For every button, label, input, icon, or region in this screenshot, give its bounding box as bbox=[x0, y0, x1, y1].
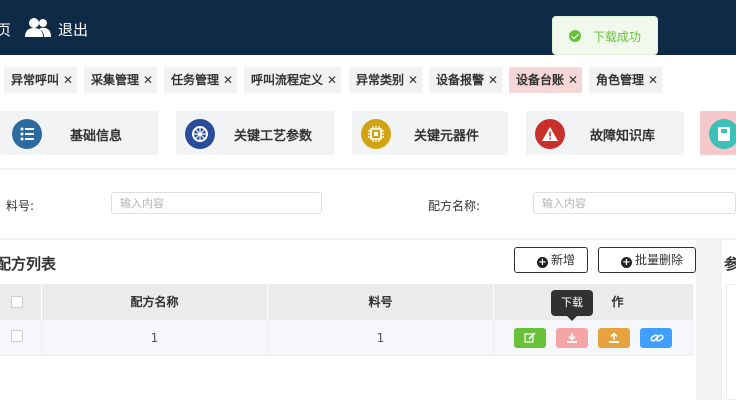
edit-icon bbox=[524, 332, 536, 343]
close-icon[interactable]: ✕ bbox=[327, 73, 337, 87]
tab-device-alarm[interactable]: 设备报警 ✕ bbox=[429, 67, 503, 93]
success-toast: 下载成功 bbox=[552, 16, 658, 55]
tab-abnormal-type[interactable]: 异常类别 ✕ bbox=[349, 67, 423, 93]
download-tooltip: 下载 bbox=[551, 290, 593, 321]
card-label: 关键工艺参数 bbox=[234, 129, 313, 144]
batch-delete-label: 批量删除 bbox=[634, 253, 683, 267]
tab-label: 异常呼叫 bbox=[11, 73, 60, 87]
recipe-list-panel: 配方列表 + 新增 + 批量删除 配方名称 料号 作 1 1 bbox=[0, 240, 696, 400]
tab-strip: 异常呼叫 ✕ 采集管理 ✕ 任务管理 ✕ 呼叫流程定义 ✕ 异常类别 ✕ 设备报警 ✕ 设备… bbox=[0, 55, 736, 103]
download-icon bbox=[567, 333, 577, 343]
link-icon bbox=[650, 334, 664, 342]
params-table bbox=[726, 284, 736, 400]
close-icon[interactable]: ✕ bbox=[488, 73, 498, 87]
warning-icon bbox=[535, 119, 565, 149]
params-panel-title: 参 bbox=[724, 255, 736, 273]
download-button[interactable] bbox=[556, 328, 588, 348]
card-basic-info[interactable]: 基础信息 bbox=[0, 111, 158, 155]
panel-title: 配方列表 bbox=[0, 255, 57, 273]
cell-material: 1 bbox=[268, 320, 494, 356]
col-actions: 作 bbox=[494, 284, 694, 320]
close-icon[interactable]: ✕ bbox=[568, 73, 578, 87]
users-icon[interactable] bbox=[25, 17, 51, 37]
plus-icon: + bbox=[536, 257, 548, 268]
upload-icon bbox=[609, 332, 619, 343]
close-icon[interactable]: ✕ bbox=[63, 73, 73, 87]
tab-label: 设备报警 bbox=[436, 73, 485, 87]
card-label: 故障知识库 bbox=[590, 129, 656, 144]
tab-task[interactable]: 任务管理 ✕ bbox=[164, 67, 238, 93]
card-key-components[interactable]: 关键元器件 bbox=[352, 111, 508, 155]
select-all-cell bbox=[0, 284, 42, 320]
card-label: 关键元器件 bbox=[414, 129, 480, 144]
add-button[interactable]: + 新增 bbox=[514, 247, 588, 273]
tab-label: 异常类别 bbox=[356, 73, 405, 87]
settings-icon bbox=[185, 119, 215, 149]
card-save[interactable] bbox=[700, 111, 736, 155]
tab-role[interactable]: 角色管理 ✕ bbox=[589, 67, 663, 93]
tab-device-ledger[interactable]: 设备台账 ✕ bbox=[509, 67, 583, 93]
cell-recipe-name: 1 bbox=[42, 320, 268, 356]
quick-cards: 基础信息 关键工艺参数 关键元器件 故障知识库 bbox=[0, 103, 736, 168]
tab-abnormal-call[interactable]: 异常呼叫 ✕ bbox=[4, 67, 78, 93]
logout-button[interactable]: 退出 bbox=[58, 19, 88, 40]
recipe-name-input[interactable] bbox=[533, 192, 736, 214]
row-checkbox[interactable] bbox=[11, 330, 23, 342]
table-row[interactable]: 1 1 bbox=[0, 320, 694, 356]
tab-collection[interactable]: 采集管理 ✕ bbox=[84, 67, 158, 93]
tab-label: 角色管理 bbox=[596, 73, 645, 87]
recipe-name-label: 配方名称: bbox=[428, 199, 481, 213]
card-label: 基础信息 bbox=[70, 129, 123, 144]
success-check-icon bbox=[569, 30, 581, 42]
close-icon[interactable]: ✕ bbox=[408, 73, 418, 87]
tab-label: 设备台账 bbox=[516, 73, 565, 87]
list-icon bbox=[12, 119, 42, 149]
search-form: 料号: 配方名称: bbox=[0, 170, 736, 238]
select-all-checkbox[interactable] bbox=[11, 296, 23, 308]
batch-delete-button[interactable]: + 批量删除 bbox=[598, 247, 696, 273]
plus-icon: + bbox=[620, 257, 632, 268]
close-icon[interactable]: ✕ bbox=[648, 73, 658, 87]
chip-icon bbox=[361, 119, 391, 149]
material-label: 料号: bbox=[6, 199, 35, 213]
card-fault-knowledge[interactable]: 故障知识库 bbox=[526, 111, 684, 155]
row-select-cell bbox=[0, 320, 42, 356]
edit-button[interactable] bbox=[514, 328, 546, 348]
add-label: 新增 bbox=[550, 253, 575, 267]
cell-actions bbox=[494, 320, 694, 356]
toast-message: 下载成功 bbox=[593, 30, 642, 44]
material-input[interactable] bbox=[111, 192, 322, 214]
save-icon bbox=[709, 119, 736, 149]
col-material: 料号 bbox=[268, 284, 494, 320]
link-button[interactable] bbox=[640, 328, 672, 348]
card-key-process-params[interactable]: 关键工艺参数 bbox=[176, 111, 334, 155]
close-icon[interactable]: ✕ bbox=[223, 73, 233, 87]
params-panel: 参 bbox=[722, 240, 736, 400]
tab-label: 呼叫流程定义 bbox=[251, 73, 324, 87]
tab-label: 任务管理 bbox=[171, 73, 220, 87]
tab-label: 采集管理 bbox=[91, 73, 140, 87]
home-link[interactable]: 页 bbox=[0, 19, 11, 40]
upload-button[interactable] bbox=[598, 328, 630, 348]
tab-call-flow[interactable]: 呼叫流程定义 ✕ bbox=[244, 67, 342, 93]
close-icon[interactable]: ✕ bbox=[143, 73, 153, 87]
col-recipe-name: 配方名称 bbox=[42, 284, 268, 320]
